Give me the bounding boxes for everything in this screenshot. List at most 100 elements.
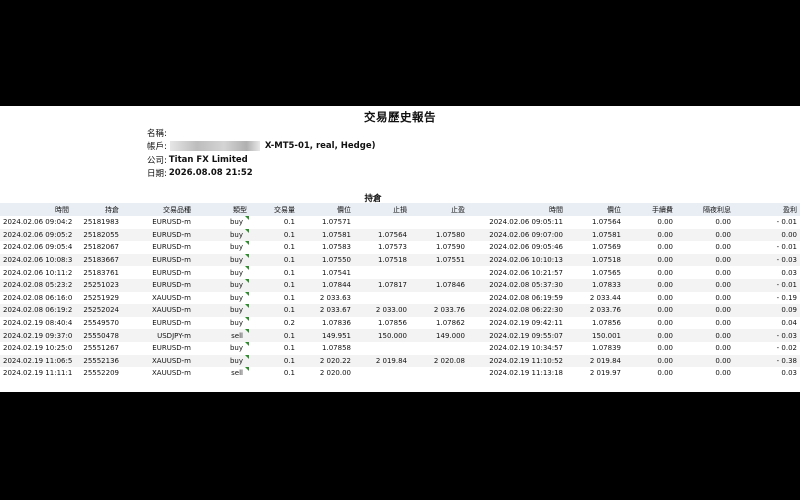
cell-close-time: 2024.02.19 09:42:11 [468, 317, 566, 330]
close-time-text: 2024.02.19 11:10:52 [489, 356, 563, 365]
cell-close-price: 1.07565 [566, 266, 624, 279]
table-row[interactable]: 2024.02.19 11:06:56 25552136 XAUUSD-m buy 0.… [0, 354, 800, 368]
cell-close-price: 1.07833 [566, 279, 624, 292]
cell-type: buy [194, 266, 250, 279]
cell-take-profit [410, 216, 468, 229]
table-row[interactable]: 2024.02.06 09:05:46 25182067 EURUSD-m buy 0.… [0, 241, 800, 254]
type-text: buy [229, 306, 243, 315]
table-row[interactable]: 2024.02.06 09:04:29 25181983 EURUSD-m buy 0.… [0, 216, 800, 229]
cell-type: buy [194, 278, 250, 292]
cell-swap: 0.00 [676, 241, 734, 254]
cell-commission: 0.00 [624, 367, 676, 380]
cell-swap: 0.00 [676, 229, 734, 242]
table-row[interactable]: 2024.02.19 09:37:06 25550478 USDJPY-m sell 0… [0, 329, 800, 342]
cell-position-id: 25552209 [72, 367, 122, 380]
col-volume: 交易量 [274, 205, 295, 214]
open-price-text: 1.07858 [322, 344, 351, 353]
stop-loss-text: 1.07817 [378, 281, 407, 290]
cell-open-time: 2024.02.06 10:08:30 [0, 254, 72, 267]
cell-symbol: XAUUSD-m [122, 355, 194, 368]
col-symbol: 交易品種 [163, 205, 191, 214]
cell-volume: 0.1 [250, 241, 298, 254]
profit-text: 0.03 [781, 369, 797, 378]
type-text: buy [229, 293, 243, 302]
cell-take-profit: 1.07862 [410, 317, 468, 330]
cell-commission: 0.00 [624, 292, 676, 305]
commission-text: 0.00 [657, 344, 673, 353]
cell-close-price: 2 019.97 [566, 367, 624, 380]
position-id-text: 25251929 [83, 293, 119, 302]
position-id-text: 25550478 [83, 331, 119, 340]
cell-open-time: 2024.02.08 05:23:24 [0, 279, 72, 292]
date-label: 日期: [147, 169, 167, 180]
open-price-text: 2 020.00 [319, 369, 351, 378]
volume-text: 0.1 [283, 344, 295, 353]
profit-text: - 0.19 [776, 293, 797, 302]
open-price-text: 2 033.63 [319, 293, 351, 302]
symbol-text: XAUUSD-m [151, 356, 191, 365]
table-row[interactable]: 2024.02.06 09:05:20 25182055 EURUSD-m buy 0.… [0, 228, 800, 242]
symbol-text: XAUUSD-m [151, 293, 191, 302]
cell-take-profit: 1.07590 [410, 241, 468, 254]
cell-profit: - 0.03 [734, 329, 800, 342]
open-time-text: 2024.02.06 10:11:22 [3, 268, 72, 277]
symbol-text: XAUUSD-m [151, 306, 191, 315]
volume-text: 0.1 [283, 306, 295, 315]
table-row[interactable]: 2024.02.19 10:25:06 25551267 EURUSD-m buy 0.… [0, 341, 800, 355]
cell-swap: 0.00 [676, 292, 734, 305]
company-label: 公司: [147, 155, 167, 166]
cell-volume: 0.1 [250, 254, 298, 267]
cell-stop-loss [354, 216, 410, 229]
table-row[interactable]: 2024.02.19 08:40:40 25549570 EURUSD-m buy 0.… [0, 316, 800, 330]
cell-stop-loss: 1.07856 [354, 317, 410, 330]
table-row[interactable]: 2024.02.06 10:08:30 25183667 EURUSD-m buy 0.… [0, 253, 800, 267]
cell-open-price: 2 020.22 [298, 355, 354, 368]
report-title: 交易歷史報告 [364, 110, 436, 124]
cell-commission: 0.00 [624, 342, 676, 355]
cell-profit: 0.03 [734, 266, 800, 279]
cell-stop-loss: 2 019.84 [354, 355, 410, 368]
commission-text: 0.00 [657, 319, 673, 328]
cell-position-id: 25252024 [72, 304, 122, 317]
close-price-text: 1.07833 [592, 281, 621, 290]
volume-text: 0.1 [283, 356, 295, 365]
volume-text: 0.1 [283, 230, 295, 239]
cell-close-price: 2 033.44 [566, 292, 624, 305]
flag-icon [245, 266, 249, 271]
table-row[interactable]: 2024.02.08 06:19:29 25252024 XAUUSD-m buy 0.… [0, 304, 800, 317]
flag-icon [245, 253, 249, 258]
symbol-text: EURUSD-m [152, 218, 191, 227]
open-time-text: 2024.02.19 11:11:19 [3, 369, 72, 378]
profit-text: - 0.01 [776, 218, 797, 227]
cell-open-price: 2 033.67 [298, 304, 354, 317]
symbol-text: USDJPY-m [157, 331, 191, 340]
table-row[interactable]: 2024.02.08 05:23:24 25251023 EURUSD-m buy 0.… [0, 278, 800, 292]
table-row[interactable]: 2024.02.08 06:16:06 25251929 XAUUSD-m buy 0.… [0, 291, 800, 305]
open-price-text: 1.07844 [322, 281, 351, 290]
cell-swap: 0.00 [676, 304, 734, 317]
position-id-text: 25552209 [83, 369, 119, 378]
date-row: 日期: 2026.08.08 21:52 [147, 167, 547, 181]
cell-close-price: 1.07569 [566, 241, 624, 254]
table-row[interactable]: 2024.02.06 10:11:22 25183761 EURUSD-m buy 0.… [0, 266, 800, 279]
cell-position-id: 25183761 [72, 266, 122, 279]
date-value: 2026.08.08 21:52 [168, 168, 253, 179]
table-row[interactable]: 2024.02.19 11:11:19 25552209 XAUUSD-m sell 0… [0, 367, 800, 380]
type-text: sell [231, 331, 243, 340]
swap-text: 0.00 [715, 243, 731, 252]
swap-text: 0.00 [715, 306, 731, 315]
cell-close-price: 2 033.76 [566, 304, 624, 317]
swap-text: 0.00 [715, 344, 731, 353]
close-price-text: 1.07581 [592, 230, 621, 239]
open-price-text: 149.951 [322, 331, 351, 340]
cell-close-time: 2024.02.19 09:55:07 [468, 329, 566, 342]
flag-icon [245, 241, 249, 246]
profit-text: - 0.02 [776, 344, 797, 353]
volume-text: 0.1 [283, 268, 295, 277]
close-price-text: 150.001 [592, 331, 621, 340]
cell-open-time: 2024.02.19 09:37:06 [0, 329, 72, 342]
cell-close-time: 2024.02.19 11:10:52 [468, 355, 566, 368]
position-id-text: 25181983 [83, 218, 119, 227]
cell-open-price: 1.07581 [298, 229, 354, 242]
stop-loss-text: 1.07573 [378, 243, 407, 252]
